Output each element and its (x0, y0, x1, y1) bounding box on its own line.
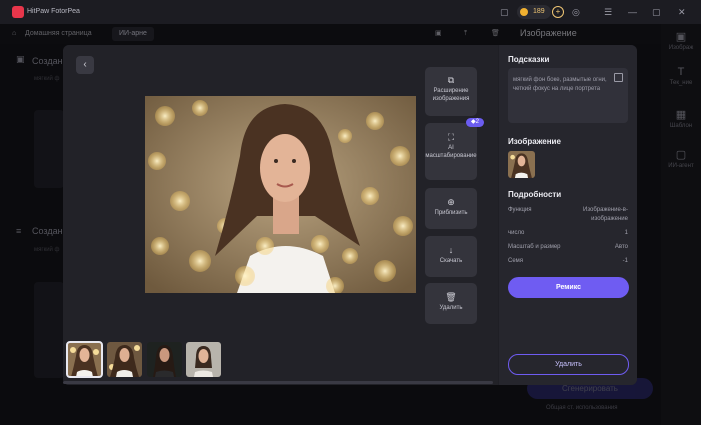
image-detail-modal: ‹ ⧉ Расширение изображения ⛶ AI масштаби… (63, 45, 637, 385)
prompt-text: мягкий фон боке, размытые огни, четкий ф… (513, 77, 607, 92)
thumbnail-2[interactable] (107, 342, 142, 377)
main-image[interactable] (145, 96, 416, 293)
detail-label: число (508, 230, 525, 236)
menu-icon[interactable]: ☰ (604, 6, 612, 18)
credits-count: 189 (533, 8, 545, 15)
add-credits-icon[interactable]: + (552, 6, 564, 18)
prompt-box: мягкий фон боке, размытые огни, четкий ф… (508, 68, 628, 123)
thumbnail-4[interactable] (186, 342, 221, 377)
tool-label: AI масштабирование (425, 145, 477, 159)
thumbnail-image (107, 342, 142, 377)
tool-label: Расширение изображения (432, 88, 470, 102)
window-mode-icon[interactable]: ▢ (500, 6, 509, 18)
image-heading: Изображение (508, 137, 561, 146)
tool-label: Приблизить (434, 210, 468, 216)
trash-icon: 🗑 (445, 292, 457, 302)
remix-button[interactable]: Ремикс (508, 277, 629, 298)
maximize-icon[interactable]: ▢ (652, 6, 661, 18)
prompt-heading: Подсказки (508, 55, 550, 64)
thumbnail-image (67, 342, 102, 377)
copy-icon[interactable] (614, 73, 623, 82)
tool-label: Удалить (439, 305, 463, 311)
detail-label: Семя (508, 258, 524, 264)
image-viewer: ‹ ⧉ Расширение изображения ⛶ AI масштаби… (63, 45, 498, 385)
detail-value: 1 (624, 230, 628, 236)
thumbnail-3[interactable] (147, 342, 182, 377)
upscale-icon: ⛶ (447, 132, 455, 142)
delete-image-button[interactable]: Удалить (508, 354, 629, 375)
app-name: HitPaw FotorPea (27, 8, 80, 15)
detail-value: Изображение-в-изображение (583, 207, 628, 222)
info-panel: Подсказки мягкий фон боке, размытые огни… (499, 45, 637, 385)
ai-upscale-button[interactable]: ⛶ AI масштабирование (425, 123, 477, 180)
download-icon: ↓ (448, 245, 454, 255)
back-button[interactable]: ‹ (76, 56, 94, 74)
upscale-badge: ◆2 (466, 118, 484, 127)
zoom-button[interactable]: ⊕ Приблизить (425, 188, 477, 229)
zoom-icon: ⊕ (447, 197, 455, 207)
coin-icon (520, 8, 528, 16)
close-icon[interactable]: ✕ (678, 6, 686, 18)
detail-value: -1 (622, 258, 628, 264)
thumbnail-image (186, 342, 221, 377)
chevron-left-icon: ‹ (83, 59, 87, 70)
tool-label: Скачать (439, 258, 463, 264)
thumbnail-1[interactable] (66, 341, 103, 378)
minimize-icon[interactable]: — (628, 6, 637, 18)
expand-image-button[interactable]: ⧉ Расширение изображения (425, 67, 477, 116)
credits-badge[interactable]: 189 (517, 5, 551, 19)
title-bar: HitPaw FotorPea ▢ 189 + ◎ ☰ — ▢ ✕ (0, 0, 701, 24)
detail-value: Авто (614, 244, 628, 250)
user-icon[interactable]: ◎ (572, 6, 580, 18)
thumbnail-scrollbar[interactable] (63, 381, 493, 384)
source-image (508, 151, 535, 178)
expand-icon: ⧉ (447, 75, 455, 85)
download-button[interactable]: ↓ Скачать (425, 236, 477, 277)
details-heading: Подробности (508, 190, 562, 199)
thumbnail-image (147, 342, 182, 377)
detail-label: Масштаб и размер (508, 244, 561, 250)
app-logo-icon (12, 6, 24, 18)
source-image-thumbnail[interactable] (508, 151, 535, 178)
delete-button[interactable]: 🗑 Удалить (425, 283, 477, 324)
detail-label: Функция (508, 207, 532, 213)
